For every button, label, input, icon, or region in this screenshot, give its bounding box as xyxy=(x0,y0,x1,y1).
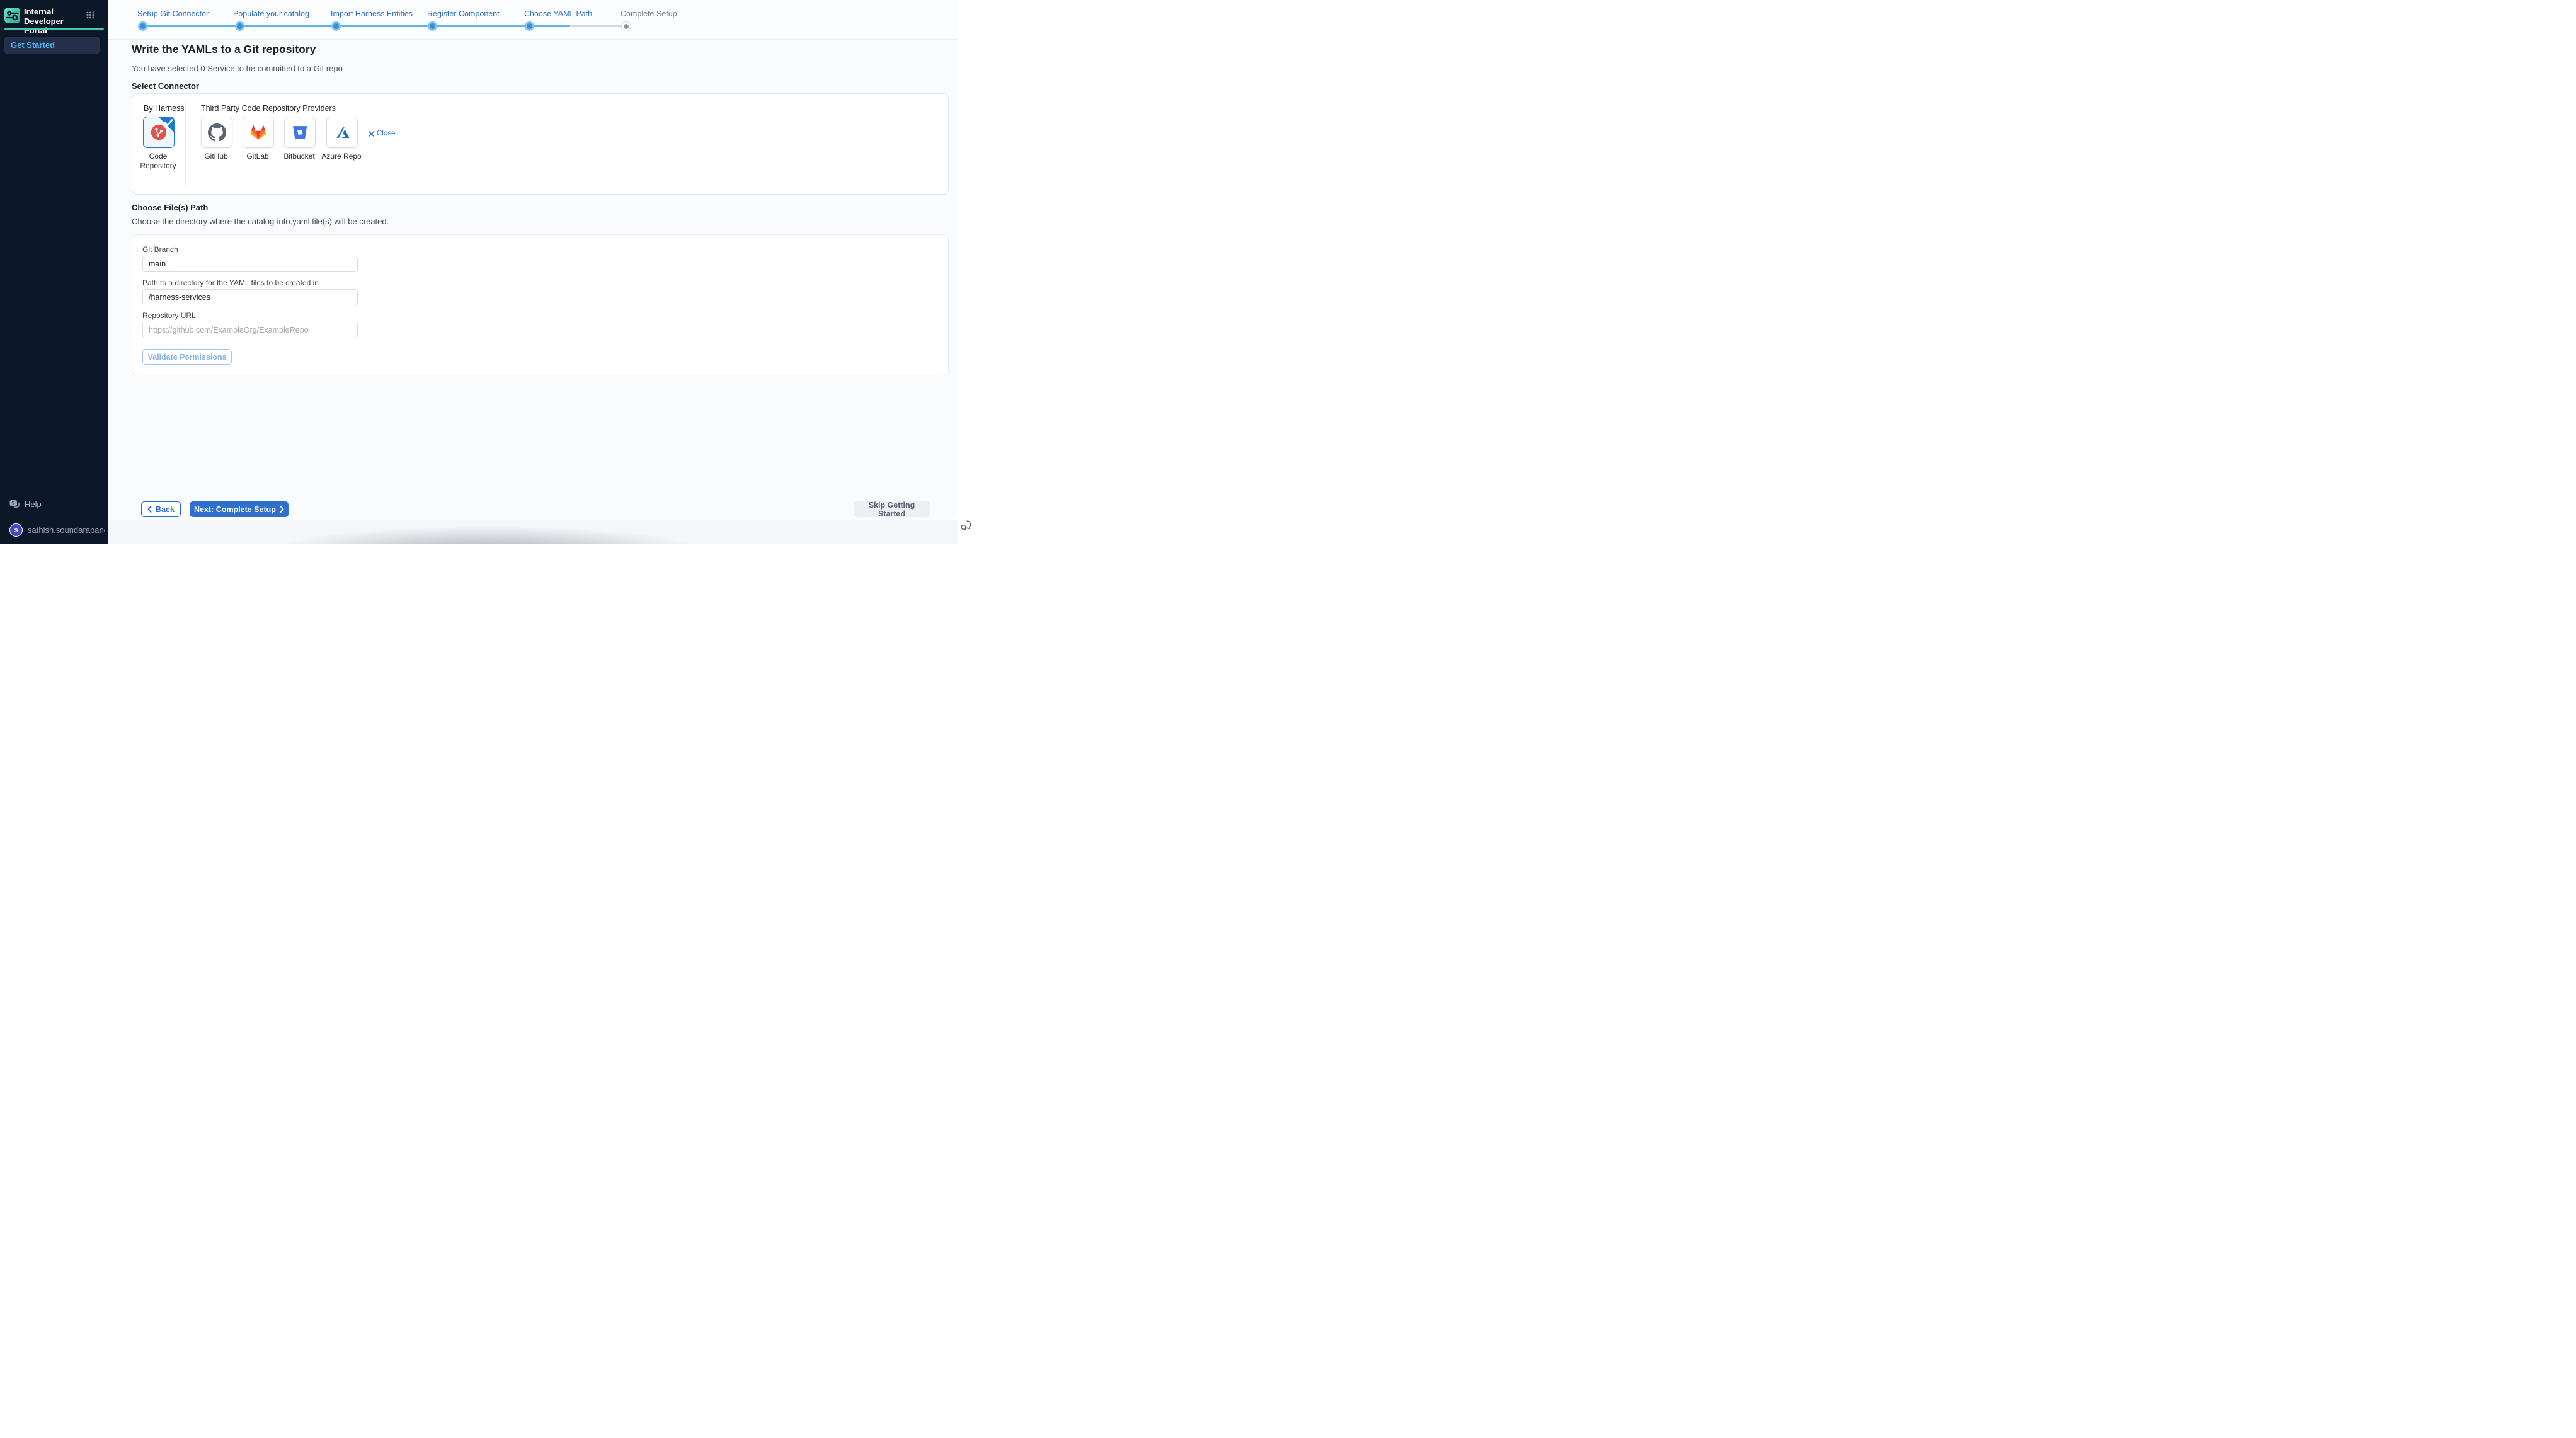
help-chat-icon: ? xyxy=(9,499,20,509)
chevron-right-icon xyxy=(280,506,284,513)
provider-label-bitbucket: Bitbucket xyxy=(278,152,320,161)
step-populate-your-catalog[interactable]: Populate your catalog xyxy=(233,9,309,18)
close-provider-list-button[interactable]: Close xyxy=(369,130,395,137)
main-panel: Setup Git Connector Populate your catalo… xyxy=(108,0,958,520)
svg-text:?: ? xyxy=(12,501,15,506)
provider-label-gitlab: GitLab xyxy=(237,152,278,161)
user-avatar: s xyxy=(9,523,23,537)
step-dot-5[interactable] xyxy=(525,21,534,31)
step-dot-6 xyxy=(621,21,631,31)
connector-column-divider xyxy=(185,103,186,185)
user-menu[interactable]: s sathish.soundarapand... xyxy=(9,523,105,537)
select-connector-title: Select Connector xyxy=(132,81,199,91)
sidebar-divider xyxy=(4,28,104,30)
repository-url-label: Repository URL xyxy=(142,311,196,320)
next-complete-setup-button[interactable]: Next: Complete Setup xyxy=(190,501,289,517)
step-dot-1[interactable] xyxy=(138,21,147,31)
provider-card-code-repository[interactable] xyxy=(143,117,175,148)
close-icon xyxy=(369,131,374,137)
bitbucket-icon xyxy=(292,124,308,140)
yaml-directory-input[interactable] xyxy=(142,289,358,305)
page-title: Write the YAMLs to a Git repository xyxy=(132,43,316,56)
skip-getting-started-button[interactable]: Skip Getting Started xyxy=(854,501,930,517)
selected-check-icon xyxy=(144,117,175,147)
choose-file-path-description: Choose the directory where the catalog-i… xyxy=(132,217,389,226)
wizard-stepper: Setup Git Connector Populate your catalo… xyxy=(108,0,958,40)
azure-icon xyxy=(334,124,351,141)
provider-label-github: GitHub xyxy=(195,152,237,161)
step-dot-3[interactable] xyxy=(331,21,341,31)
repository-url-input[interactable] xyxy=(142,322,358,338)
right-gutter xyxy=(958,0,975,544)
step-dot-4[interactable] xyxy=(428,21,437,31)
provider-card-bitbucket[interactable] xyxy=(284,117,316,148)
gitlab-icon xyxy=(249,123,268,142)
support-chat-button[interactable] xyxy=(960,520,973,535)
connector-picker-card: By Harness Third Party Code Repository P… xyxy=(132,93,949,195)
provider-card-azure-repo[interactable] xyxy=(326,117,358,148)
step-choose-yaml-path[interactable]: Choose YAML Path xyxy=(524,9,592,18)
module-grid-icon[interactable] xyxy=(86,11,94,19)
git-branch-label: Git Branch xyxy=(142,245,178,254)
app-title: Internal Developer Portal xyxy=(24,7,87,35)
provider-card-gitlab[interactable] xyxy=(243,117,274,148)
help-button[interactable]: ? Help xyxy=(9,499,42,509)
step-import-harness-entities[interactable]: Import Harness Entities xyxy=(331,9,413,18)
stepper-track-remaining xyxy=(570,25,626,27)
third-party-label: Third Party Code Repository Providers xyxy=(201,104,336,113)
step-dot-2[interactable] xyxy=(235,21,244,31)
provider-card-github[interactable] xyxy=(201,117,232,148)
chat-bubbles-icon xyxy=(960,520,973,532)
user-name: sathish.soundarapand... xyxy=(28,525,105,535)
git-branch-input[interactable] xyxy=(142,256,358,272)
next-label: Next: Complete Setup xyxy=(194,505,276,514)
validate-permissions-button[interactable]: Validate Permissions xyxy=(142,349,232,365)
app-window: Internal Developer Portal Get Started ? … xyxy=(0,0,975,544)
provider-label-code-repository: Code Repository xyxy=(137,152,179,170)
stepper-track-complete xyxy=(142,25,570,27)
provider-label-azure-repo: Azure Repo xyxy=(319,152,364,161)
sidebar-item-get-started[interactable]: Get Started xyxy=(4,37,100,54)
help-label: Help xyxy=(25,499,42,509)
step-setup-git-connector[interactable]: Setup Git Connector xyxy=(137,9,209,18)
github-icon xyxy=(208,123,226,142)
back-button[interactable]: Back xyxy=(141,501,181,517)
step-complete-setup: Complete Setup xyxy=(621,9,677,18)
step-register-component[interactable]: Register Component xyxy=(427,9,500,18)
back-label: Back xyxy=(156,505,175,514)
file-path-form-card: Git Branch Path to a directory for the Y… xyxy=(132,234,949,375)
chevron-left-icon xyxy=(147,506,152,513)
app-logo-icon xyxy=(4,8,20,23)
by-harness-label: By Harness xyxy=(144,104,185,113)
page-subtitle: You have selected 0 Service to be commit… xyxy=(132,64,343,73)
close-label: Close xyxy=(377,130,395,137)
yaml-directory-label: Path to a directory for the YAML files t… xyxy=(142,278,319,287)
sidebar: Internal Developer Portal Get Started ? … xyxy=(0,0,108,544)
sidebar-item-label: Get Started xyxy=(4,37,100,54)
bottom-shadow xyxy=(227,520,769,544)
choose-file-path-title: Choose File(s) Path xyxy=(132,203,208,212)
user-initial: s xyxy=(14,527,18,534)
